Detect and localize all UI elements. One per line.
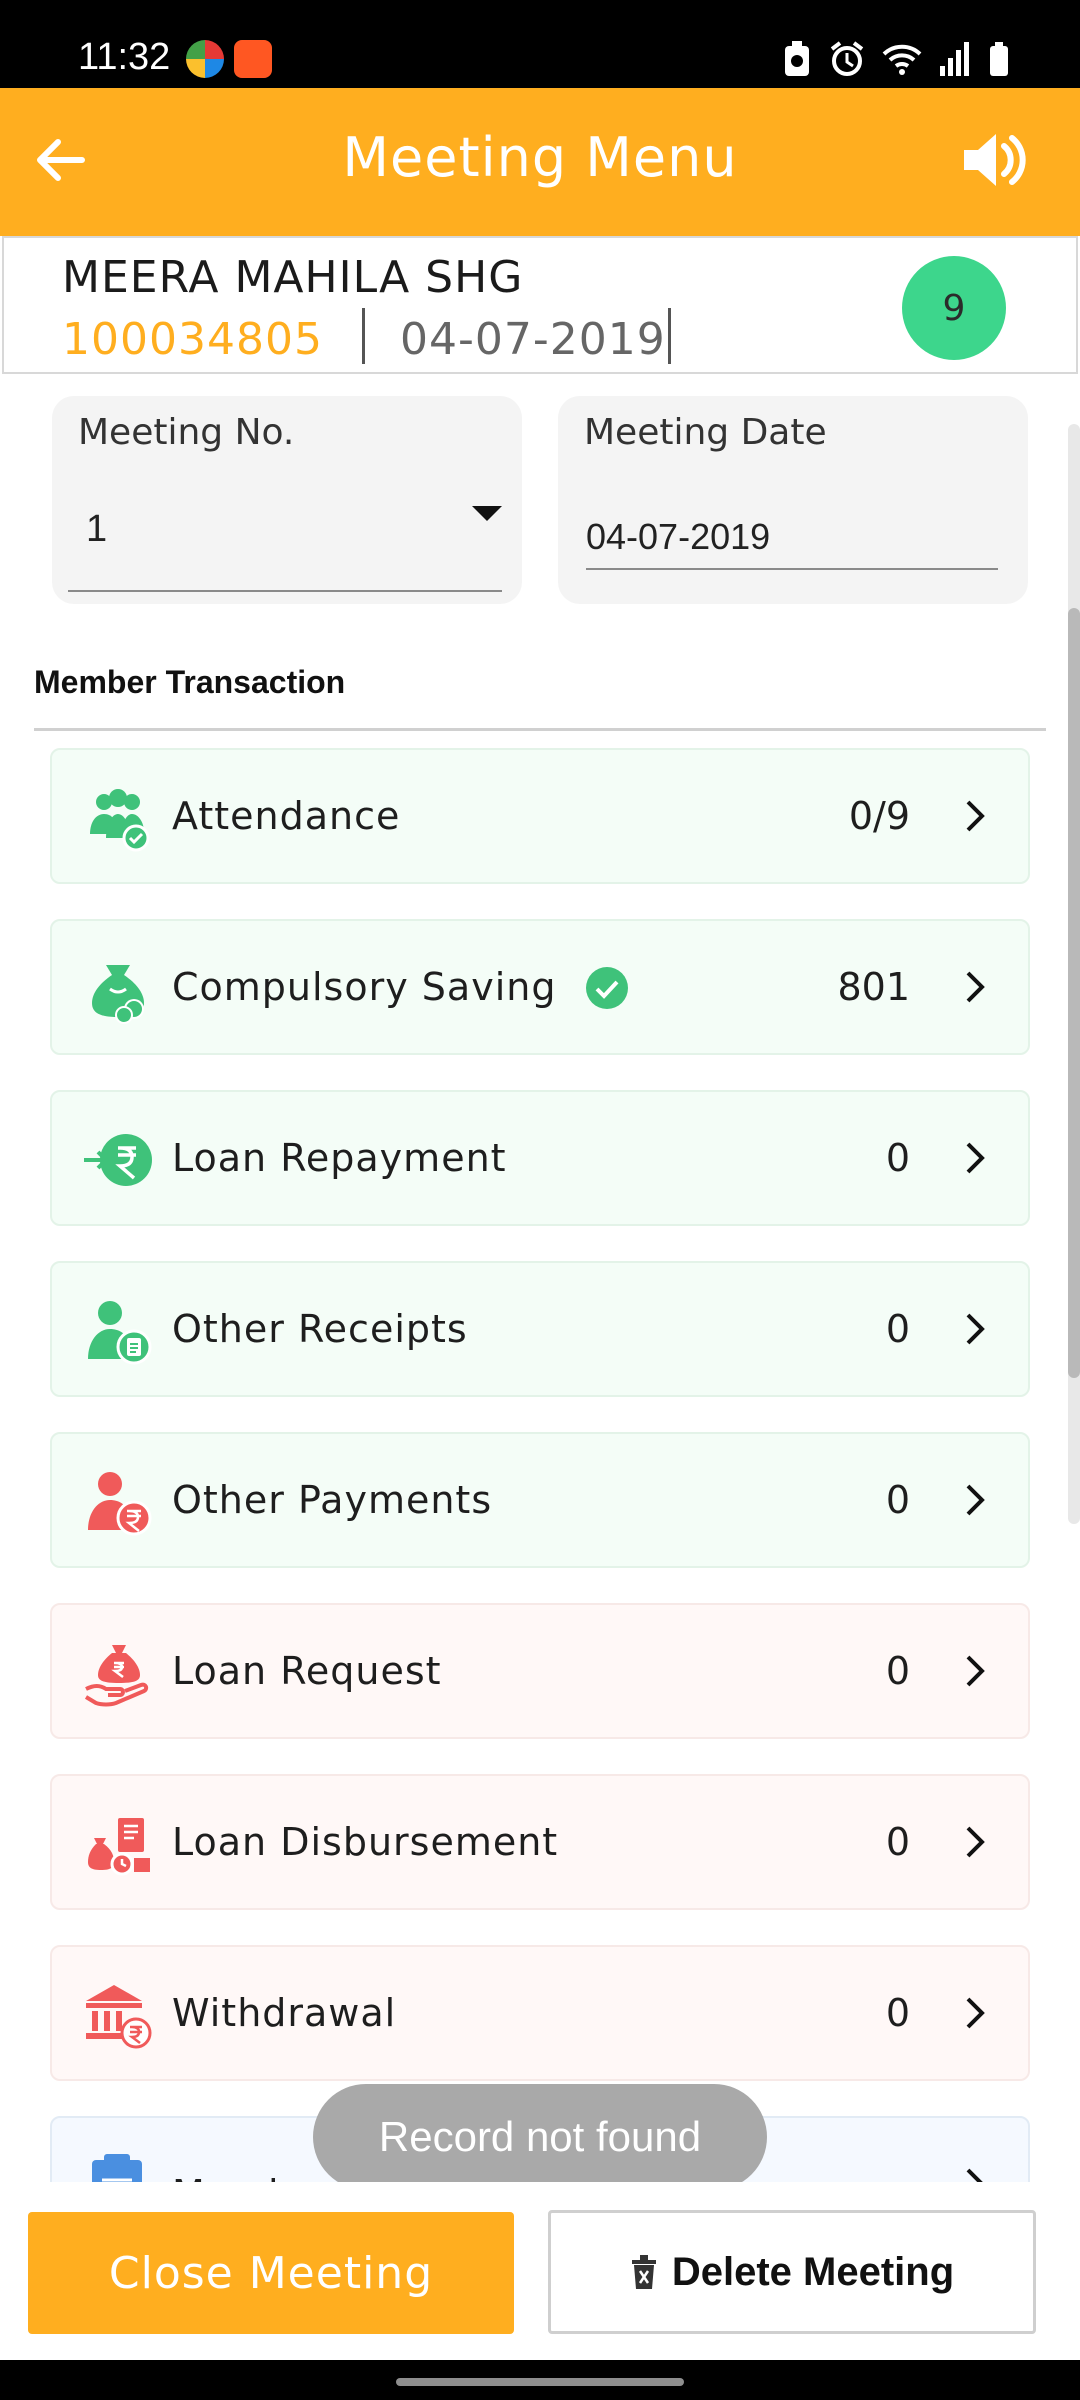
group-date: 04-07-2019 [400,314,666,365]
transaction-label: Other Payments [172,1478,493,1522]
transaction-list: Attendance 0/9 Compulsory Saving 801 Loa… [50,748,1030,2182]
transaction-value: 0 [885,1136,910,1180]
transaction-label: Withdrawal [172,1991,397,2035]
transaction-row-loan-request[interactable]: Loan Request 0 [50,1603,1030,1739]
close-meeting-button[interactable]: Close Meeting [28,2212,514,2334]
receipt-icon [88,1301,152,1365]
transaction-label: Loan Request [172,1649,442,1693]
home-gesture-handle[interactable] [396,2378,684,2386]
app-notification-icon [186,40,224,78]
status-app-icons [186,40,272,78]
status-time: 11:32 [78,36,171,78]
meeting-number-select[interactable]: Meeting No. 1 [52,396,522,604]
signal-icon [940,42,969,76]
transaction-label: Attendance [172,794,401,838]
transaction-row-compulsory-saving[interactable]: Compulsory Saving 801 [50,919,1030,1055]
transaction-row-other-payments[interactable]: Other Payments 0 [50,1432,1030,1568]
meeting-date-label: Meeting Date [584,412,827,453]
page-title: Meeting Menu [342,126,738,189]
clipboard-icon [92,2154,142,2182]
chevron-right-icon [966,1655,985,1687]
system-nav-bar [0,2360,1080,2400]
alert-notification-icon [234,40,272,78]
app-bar: Meeting Menu [0,88,1080,236]
transaction-row-attendance[interactable]: Attendance 0/9 [50,748,1030,884]
transaction-row-withdrawal[interactable]: Withdrawal 0 [50,1945,1030,2081]
rupee-in-icon [84,1134,152,1186]
transaction-label: Loan Disbursement [172,1820,559,1864]
chevron-right-icon [966,1826,985,1858]
payment-icon [88,1472,152,1536]
loan-request-icon [84,1645,149,1707]
transaction-value: 0 [885,1649,910,1693]
transaction-label: Compulsory Saving [172,965,557,1009]
chevron-right-icon [966,1484,985,1516]
transaction-label: Other Receipts [172,1307,468,1351]
meeting-date-value: 04-07-2019 [586,516,771,557]
meeting-number-label: Meeting No. [78,412,295,453]
chevron-right-icon [966,2168,983,2182]
meeting-date-field[interactable]: Meeting Date 04-07-2019 [558,396,1028,604]
transaction-value: 0 [885,1478,910,1522]
member-count-badge: 9 [902,256,1006,360]
group-header: MEERA MAHILA SHG 100034805 04-07-2019 9 [2,236,1078,374]
section-title: Member Transaction [34,664,346,700]
transaction-value: 801 [837,965,910,1009]
dropdown-arrow-icon [472,506,502,521]
chevron-right-icon [966,1997,985,2029]
group-code: 100034805 [62,314,323,365]
delete-meeting-label: Delete Meeting [671,2249,955,2294]
chevron-right-icon [966,1313,985,1345]
section-divider [34,728,1046,731]
transaction-value: 0 [885,1991,910,2035]
attendance-icon [90,789,150,852]
transaction-row-loan-disbursement[interactable]: Loan Disbursement 0 [50,1774,1030,1910]
field-underline [586,568,998,570]
transaction-row-loan-repayment[interactable]: Loan Repayment 0 [50,1090,1030,1226]
wifi-icon [882,44,922,75]
transaction-value: 0 [885,1820,910,1864]
battery-saver-icon [785,41,809,76]
chevron-right-icon [966,971,985,1003]
battery-icon [990,42,1008,76]
bottom-action-bar: Close Meeting Delete Meeting [0,2182,1080,2360]
transaction-row-other-receipts[interactable]: Other Receipts 0 [50,1261,1030,1397]
transaction-value: 0 [885,1307,910,1351]
speaker-icon [964,134,1026,186]
bank-icon [86,1985,152,2049]
disbursement-icon [88,1818,150,1876]
chevron-right-icon [966,800,985,832]
transaction-value: 0/9 [848,794,910,838]
saving-icon [92,965,144,1024]
divider [668,308,671,364]
check-circle-icon [586,967,628,1009]
group-name: MEERA MAHILA SHG [62,252,524,303]
trash-icon [631,2255,656,2289]
delete-meeting-button[interactable]: Delete Meeting [548,2210,1036,2334]
transaction-label: Loan Repayment [172,1136,507,1180]
field-underline [68,590,502,592]
scrollbar-thumb[interactable] [1068,608,1080,1378]
chevron-right-icon [966,1142,985,1174]
meeting-number-value: 1 [86,508,108,550]
status-bar: 11:32 [0,0,1080,88]
alarm-icon [830,41,864,76]
speaker-button[interactable] [958,124,1030,196]
toast-message: Record not found [313,2084,767,2190]
divider [362,308,365,364]
status-indicators [782,40,1010,78]
